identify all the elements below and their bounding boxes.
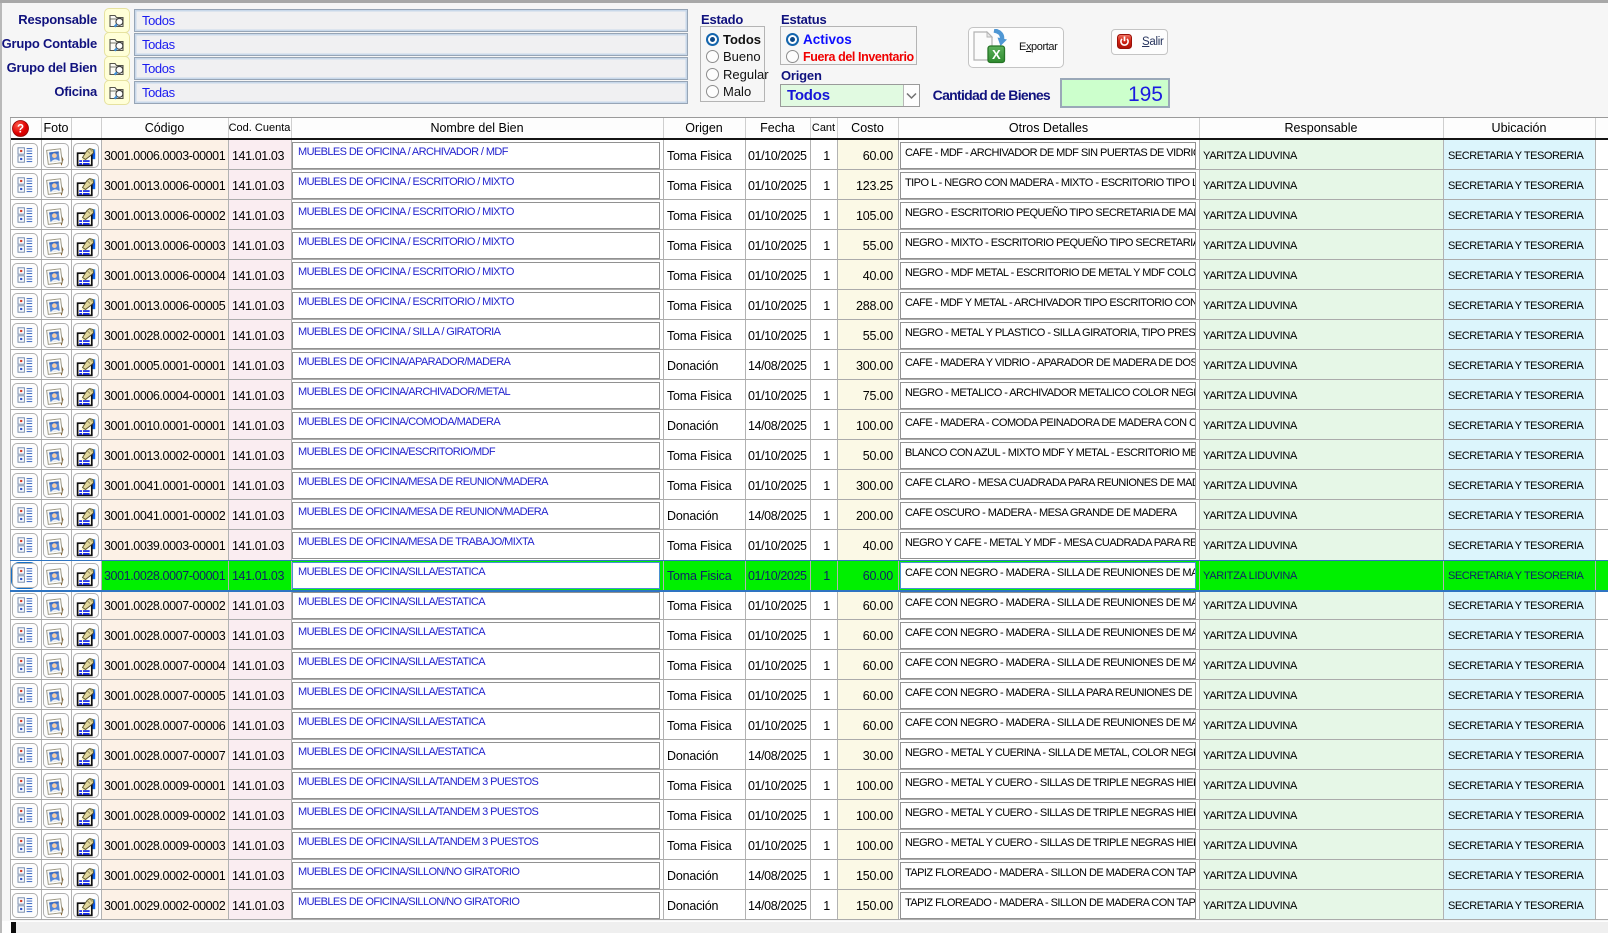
- svg-text:X: X: [992, 47, 1001, 62]
- svg-text:?: ?: [17, 124, 24, 136]
